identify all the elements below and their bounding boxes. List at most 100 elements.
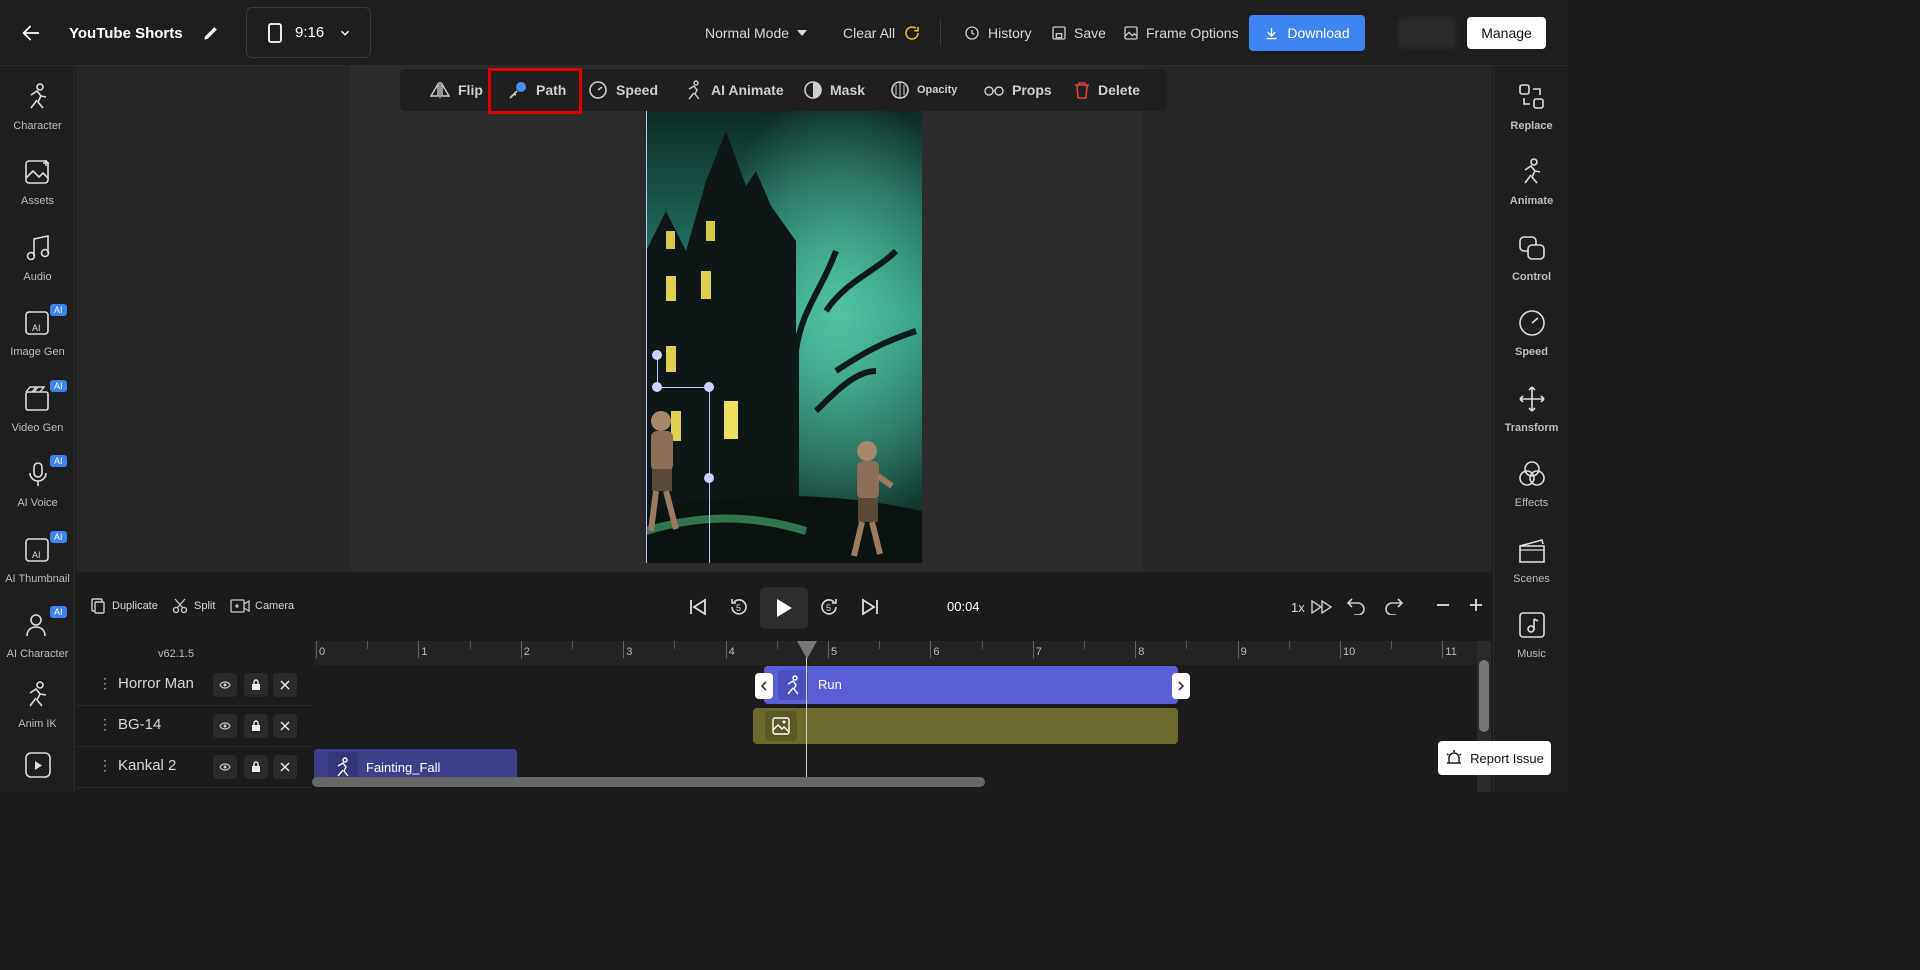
sidebar-item-ai-thumbnail[interactable]: AI AI AI Thumbnail <box>0 531 75 603</box>
scenes-icon <box>1515 533 1549 567</box>
clip-trim-right-handle[interactable] <box>1172 673 1190 699</box>
back-button[interactable] <box>20 0 49 66</box>
plus-icon <box>1470 599 1482 611</box>
drag-handle-icon[interactable]: ⋮ <box>98 675 112 692</box>
lock-icon <box>252 720 260 731</box>
horror-man-character[interactable] <box>646 401 696 541</box>
clear-all-label: Clear All <box>843 25 896 41</box>
save-button[interactable]: Save <box>1051 0 1106 66</box>
skip-to-start-button[interactable] <box>688 597 708 617</box>
layer-row-bg-14[interactable]: ⋮ BG-14 <box>76 706 312 747</box>
sidebar-label: Character <box>13 120 62 132</box>
split-button[interactable]: Split <box>172 598 215 614</box>
redo-button[interactable] <box>1384 597 1404 615</box>
sidebar-item-animate[interactable]: Animate <box>1494 155 1569 225</box>
report-issue-button[interactable]: Report Issue <box>1438 741 1551 775</box>
avatar[interactable] <box>1398 17 1456 49</box>
remove-layer-button[interactable] <box>273 673 297 697</box>
clip-trim-left-handle[interactable] <box>755 673 773 699</box>
mode-select[interactable]: Normal Mode <box>705 0 814 66</box>
playback-speed-button[interactable]: 1x <box>1291 599 1333 615</box>
sidebar-item-image-gen[interactable]: AI AI Image Gen <box>0 304 75 376</box>
drag-handle-icon[interactable]: ⋮ <box>98 716 112 733</box>
frame-options-button[interactable]: Frame Options <box>1123 0 1239 66</box>
redo-icon <box>1385 598 1404 615</box>
playhead[interactable] <box>806 641 807 781</box>
play-button[interactable] <box>760 587 808 629</box>
rename-button[interactable] <box>201 0 228 66</box>
sidebar-item-video-gen[interactable]: AI Video Gen <box>0 380 75 452</box>
playhead-handle[interactable] <box>797 641 817 659</box>
sidebar-item-ai-character[interactable]: AI AI Character <box>0 606 75 678</box>
chevron-down-icon <box>341 30 350 36</box>
sidebar-item-ai-voice[interactable]: AI AI Voice <box>0 455 75 527</box>
rewind-5-button[interactable]: 5 <box>728 596 750 618</box>
remove-layer-button[interactable] <box>273 755 297 779</box>
camera-button[interactable]: Camera <box>230 598 294 614</box>
kankal-character[interactable] <box>842 436 902 563</box>
history-button[interactable]: History <box>963 0 1032 66</box>
sidebar-item-character[interactable]: Character <box>0 80 75 150</box>
mask-button[interactable]: Mask <box>804 69 865 111</box>
duplicate-button[interactable]: Duplicate <box>91 598 158 614</box>
close-icon <box>280 680 290 690</box>
trash-icon <box>1075 82 1089 99</box>
sidebar-item-control[interactable]: Control <box>1494 231 1569 301</box>
ruler-tick-label: 3 <box>626 646 633 658</box>
sidebar-label: Music <box>1517 648 1546 660</box>
sidebar-item-anim-ik[interactable]: Anim IK <box>0 678 75 748</box>
flip-button[interactable]: Flip <box>430 69 483 111</box>
sidebar-item-assets[interactable]: Assets <box>0 155 75 225</box>
timeline-ruler[interactable]: 0 1 2 3 4 5 6 7 8 9 10 11 <box>314 641 1478 665</box>
rotation-handle[interactable] <box>652 350 662 360</box>
ruler-tick-label: 5 <box>831 646 838 658</box>
bg-clip[interactable] <box>753 708 1178 744</box>
delete-button[interactable]: Delete <box>1074 69 1140 111</box>
sidebar-item-scenes[interactable]: Scenes <box>1494 533 1569 603</box>
skip-to-end-button[interactable] <box>860 597 880 617</box>
zoom-in-button[interactable] <box>1469 598 1483 612</box>
manage-button[interactable]: Manage <box>1467 17 1546 49</box>
visibility-toggle[interactable] <box>213 755 237 779</box>
forward-5-button[interactable]: 5 <box>818 596 840 618</box>
ruler-tick-label: 8 <box>1138 646 1145 658</box>
chevron-right-icon <box>1178 681 1185 691</box>
clear-all-button[interactable]: Clear All <box>843 0 928 66</box>
running-icon <box>337 757 349 777</box>
sidebar-item-music[interactable]: Music <box>1494 608 1569 678</box>
props-button[interactable]: Props <box>984 69 1052 111</box>
zoom-out-button[interactable] <box>1436 598 1450 612</box>
aspect-ratio-select[interactable]: 9:16 <box>246 7 371 58</box>
resize-handle[interactable] <box>652 382 662 392</box>
lock-toggle[interactable] <box>244 673 268 697</box>
ruler-tick-label: 1 <box>421 646 428 658</box>
speed-button[interactable]: Speed <box>588 69 658 111</box>
remove-layer-button[interactable] <box>273 714 297 738</box>
undo-button[interactable] <box>1346 597 1366 615</box>
visibility-toggle[interactable] <box>213 714 237 738</box>
sidebar-item-audio[interactable]: Audio <box>0 231 75 301</box>
scene-preview[interactable] <box>646 111 922 563</box>
opacity-button[interactable]: Opacity <box>891 69 957 111</box>
horizontal-scrollbar[interactable] <box>312 777 985 787</box>
resize-handle[interactable] <box>704 473 714 483</box>
layer-row-horror-man[interactable]: ⋮ Horror Man <box>76 665 312 706</box>
vertical-scrollbar[interactable] <box>1479 660 1489 732</box>
download-button[interactable]: Download <box>1249 15 1365 51</box>
ai-animate-button[interactable]: AI Animate <box>685 69 784 111</box>
speed-icon <box>589 81 607 99</box>
resize-handle[interactable] <box>704 382 714 392</box>
run-clip[interactable]: Run <box>764 666 1178 704</box>
lock-toggle[interactable] <box>244 714 268 738</box>
aspect-ratio-value: 9:16 <box>295 24 325 41</box>
layer-row-kankal-2[interactable]: ⋮ Kankal 2 <box>76 747 312 788</box>
sidebar-item-transform[interactable]: Transform <box>1494 382 1569 452</box>
divider <box>940 20 941 46</box>
sidebar-item-video-player[interactable] <box>0 748 75 818</box>
sidebar-item-replace[interactable]: Replace <box>1494 80 1569 150</box>
sidebar-item-speed[interactable]: Speed <box>1494 306 1569 376</box>
drag-handle-icon[interactable]: ⋮ <box>98 757 112 774</box>
visibility-toggle[interactable] <box>213 673 237 697</box>
lock-toggle[interactable] <box>244 755 268 779</box>
sidebar-item-effects[interactable]: Effects <box>1494 457 1569 527</box>
